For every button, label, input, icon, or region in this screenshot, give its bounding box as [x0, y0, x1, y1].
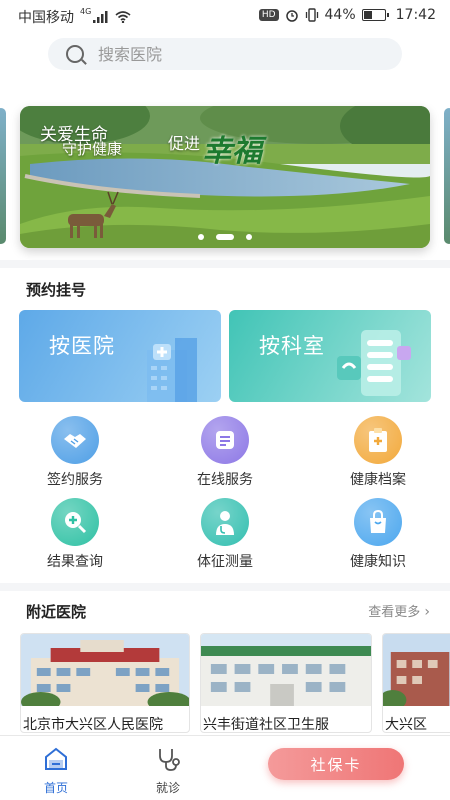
banner-slogan-2: 守护健康 [62, 140, 123, 158]
home-icon [45, 747, 67, 770]
hospital-photo [383, 634, 450, 710]
service-item[interactable]: 健康知识 [328, 498, 428, 571]
hd-badge: HD [258, 9, 279, 21]
department-list-icon [337, 330, 411, 396]
tab-visit-label: 就诊 [155, 781, 180, 795]
stethoscope-doctor-icon [201, 498, 249, 546]
view-more-label: 查看更多 [368, 605, 421, 620]
battery-percent: 44% [324, 7, 356, 23]
search-icon [66, 45, 84, 63]
wifi-icon [115, 11, 131, 23]
hospital-name: 北京市大兴区人民医院 [23, 717, 163, 733]
hospital-card[interactable]: 大兴区 [382, 633, 450, 733]
doctor-online-icon [201, 416, 249, 464]
tab-home[interactable]: 首页 [26, 746, 86, 796]
vibrate-icon [305, 8, 318, 22]
chevron-right-icon: › [424, 604, 430, 620]
banner-prev-peek[interactable] [0, 108, 6, 244]
carousel-dot[interactable] [198, 234, 204, 240]
service-label: 结果查询 [47, 554, 103, 570]
search-plus-icon [51, 498, 99, 546]
hospital-card[interactable]: 北京市大兴区人民医院 [20, 633, 190, 733]
section-divider [0, 583, 450, 591]
carousel-indicator [20, 234, 430, 240]
service-item[interactable]: 结果查询 [25, 498, 125, 571]
section-divider [0, 260, 450, 268]
service-label: 在线服务 [197, 472, 253, 488]
service-item[interactable]: 签约服务 [25, 416, 125, 489]
bag-icon [354, 498, 402, 546]
service-label: 签约服务 [47, 472, 103, 488]
banner-carousel[interactable]: 关爱生命 守护健康 促进 幸福 [20, 106, 430, 248]
search-bar[interactable] [48, 38, 402, 70]
nearby-section-title: 附近医院 [20, 601, 103, 623]
service-label: 健康知识 [350, 554, 406, 570]
social-card-label: 社保卡 [310, 755, 362, 774]
service-item[interactable]: 在线服务 [175, 416, 275, 489]
hospital-name: 兴丰街道社区卫生服 [203, 717, 329, 733]
service-item[interactable]: 体征测量 [175, 498, 275, 571]
tab-home-label: 首页 [43, 781, 68, 795]
by-hospital-card[interactable]: 按医院 [19, 310, 221, 402]
by-department-label: 按科室 [259, 334, 325, 358]
by-department-card[interactable]: 按科室 [229, 310, 431, 402]
carousel-dot[interactable] [216, 234, 234, 240]
signal-icon [93, 11, 108, 23]
banner-slogan-3: 促进 [168, 134, 201, 153]
hospital-building-icon [147, 338, 197, 402]
service-item[interactable]: 健康档案 [328, 416, 428, 489]
stethoscope-icon [159, 749, 180, 771]
banner-calligraphy: 幸福 [202, 134, 262, 169]
clock: 17:42 [395, 7, 436, 23]
status-bar: 中国移动 4G HD 44% 17:42 [0, 0, 450, 30]
battery-icon [361, 9, 389, 21]
carrier-name: 中国移动 [18, 10, 74, 26]
tab-visit[interactable]: 就诊 [138, 746, 198, 796]
by-hospital-label: 按医院 [49, 334, 115, 358]
service-label: 体征测量 [197, 554, 253, 570]
hospital-card[interactable]: 兴丰街道社区卫生服 [200, 633, 372, 733]
banner-next-peek[interactable] [444, 108, 450, 244]
handshake-icon [51, 416, 99, 464]
search-input[interactable] [98, 44, 358, 64]
appointment-section-title: 预约挂号 [20, 279, 103, 301]
network-type: 4G [80, 7, 92, 16]
view-more-link[interactable]: 查看更多 › [368, 601, 430, 620]
hospital-photo [201, 634, 371, 706]
carousel-dot[interactable] [246, 234, 252, 240]
hospital-photo [21, 634, 189, 712]
social-card-button[interactable]: 社保卡 [268, 748, 404, 780]
hospital-name: 大兴区 [385, 717, 427, 733]
alarm-icon [285, 10, 298, 22]
clipboard-icon [354, 416, 402, 464]
service-label: 健康档案 [350, 472, 406, 488]
